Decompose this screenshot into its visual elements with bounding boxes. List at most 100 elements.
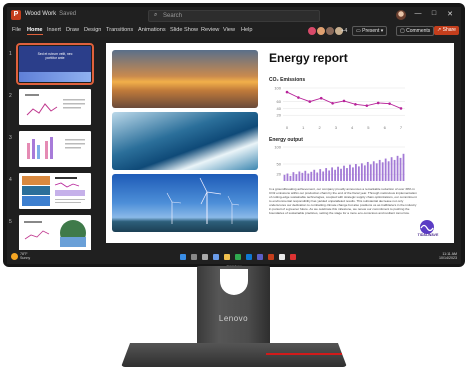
weather-desc: Sunny <box>20 256 31 260</box>
document-name: Wood Work <box>25 11 57 17</box>
slide-title: Energy report <box>269 51 348 65</box>
slide-thumbnail-3[interactable] <box>19 131 91 167</box>
output-bar <box>396 155 399 181</box>
tab-help[interactable]: Help <box>241 27 253 33</box>
screen: P Wood Work Saved ⌕ Search — □ ✕ File Hom… <box>7 7 461 264</box>
output-bar <box>319 169 322 181</box>
output-bar <box>337 166 339 181</box>
share-button[interactable]: ↗ Share <box>434 26 459 35</box>
slide-thumbnail-4[interactable] <box>19 173 91 209</box>
emissions-chart-title: CO₂ Emissions <box>269 77 306 83</box>
minimize-button[interactable]: — <box>412 10 424 17</box>
output-bar <box>366 161 369 181</box>
output-bar <box>307 173 310 181</box>
search-icon[interactable] <box>191 254 197 260</box>
app-icon[interactable] <box>290 254 296 260</box>
output-bar <box>402 153 405 181</box>
output-bar <box>349 164 351 181</box>
maximize-button[interactable]: □ <box>428 10 440 17</box>
cable-hole <box>220 269 248 295</box>
output-bar <box>357 166 360 181</box>
y-tick-label: 50 <box>277 162 282 167</box>
report-paragraph: In a groundbreaking achievement, our com… <box>269 187 417 215</box>
tab-draw[interactable]: Draw <box>66 27 79 33</box>
data-point <box>388 102 391 105</box>
thumbnail-graphic <box>22 176 85 206</box>
output-bar <box>310 171 313 181</box>
search-icon: ⌕ <box>154 12 158 18</box>
thumbnail-number: 5 <box>9 219 12 225</box>
share-label: Share <box>442 27 456 33</box>
slide[interactable]: Energy report CO₂ Emissions 100 60 40 20 0 1 2… <box>106 43 454 243</box>
output-bar <box>393 159 396 181</box>
weather-widget[interactable]: 78°F Sunny <box>20 252 30 260</box>
y-tick-label: 100 <box>274 145 281 150</box>
tab-transitions[interactable]: Transitions <box>106 27 133 33</box>
x-tick-label: 0 <box>286 125 289 130</box>
output-bar <box>283 174 286 181</box>
wind-turbines-graphic <box>166 177 240 224</box>
task-view-icon[interactable] <box>202 254 208 260</box>
slide-thumbnail-1[interactable]: Sed et rutrum velit, nec porttitor ante <box>16 43 94 85</box>
data-point <box>308 100 312 103</box>
output-bar <box>289 175 292 181</box>
tab-file[interactable]: File <box>12 27 21 33</box>
sunset-photo <box>112 50 258 108</box>
tab-slide-show[interactable]: Slide Show <box>170 27 198 33</box>
start-icon[interactable] <box>180 254 186 260</box>
avatar[interactable] <box>396 10 406 20</box>
slide-thumbnail-5[interactable] <box>19 215 91 251</box>
tab-home[interactable]: Home <box>27 27 43 35</box>
powerpoint-taskbar-icon[interactable] <box>268 254 274 260</box>
present-label: Present <box>362 28 380 34</box>
output-bar <box>298 171 301 181</box>
output-bar <box>363 165 366 181</box>
output-bar <box>313 169 316 181</box>
tab-review[interactable]: Review <box>201 27 219 33</box>
output-bar <box>378 159 381 181</box>
file-explorer-icon[interactable] <box>224 254 230 260</box>
present-button[interactable]: ▭ Present ▾ <box>352 26 388 36</box>
emissions-line-chart: 100 60 40 20 0 1 2 3 4 5 6 7 <box>274 86 405 130</box>
x-tick-label: 7 <box>400 125 403 130</box>
system-clock[interactable]: 11:11 AM 10/14/2023 <box>439 252 457 260</box>
output-bar <box>369 164 372 181</box>
search-input[interactable]: ⌕ Search <box>148 10 320 22</box>
thumbnail-number: 4 <box>9 177 12 183</box>
x-tick-label: 4 <box>351 125 354 130</box>
x-tick-label: 3 <box>335 125 338 130</box>
output-bar <box>301 172 304 181</box>
tab-animations[interactable]: Animations <box>138 27 166 33</box>
output-bar <box>331 167 333 181</box>
store-icon[interactable] <box>279 254 285 260</box>
weather-icon[interactable] <box>11 253 18 260</box>
y-tick-label: 60 <box>277 99 282 104</box>
thumbnail-number: 3 <box>9 135 12 141</box>
title-bar: P Wood Work Saved ⌕ Search — □ ✕ <box>7 7 461 23</box>
teams-icon[interactable] <box>257 254 263 260</box>
tab-insert[interactable]: Insert <box>47 27 61 33</box>
slide-thumbnail-2[interactable] <box>19 89 91 125</box>
output-bar <box>384 158 387 181</box>
logo-text: TIDALWAVE <box>417 233 439 237</box>
output-bar <box>286 173 289 181</box>
comments-button[interactable]: ▢ Comments <box>396 26 435 36</box>
output-bar <box>399 157 402 181</box>
close-button[interactable]: ✕ <box>444 10 456 18</box>
output-bar <box>346 168 348 181</box>
output-bar <box>372 161 375 181</box>
accent-stripe <box>266 353 342 355</box>
x-tick-label: 1 <box>302 125 305 130</box>
tab-design[interactable]: Design <box>84 27 101 33</box>
output-bar <box>381 162 384 181</box>
mail-icon[interactable] <box>246 254 252 260</box>
search-placeholder: Search <box>163 12 183 19</box>
tidalwave-logo <box>420 220 434 234</box>
browser-icon[interactable] <box>235 254 241 260</box>
widgets-icon[interactable] <box>213 254 219 260</box>
output-bar <box>304 170 307 181</box>
data-point <box>354 103 357 106</box>
thumbnail-graphic <box>25 94 85 116</box>
tab-view[interactable]: View <box>223 27 235 33</box>
chevron-down-icon: ▾ <box>379 28 384 34</box>
